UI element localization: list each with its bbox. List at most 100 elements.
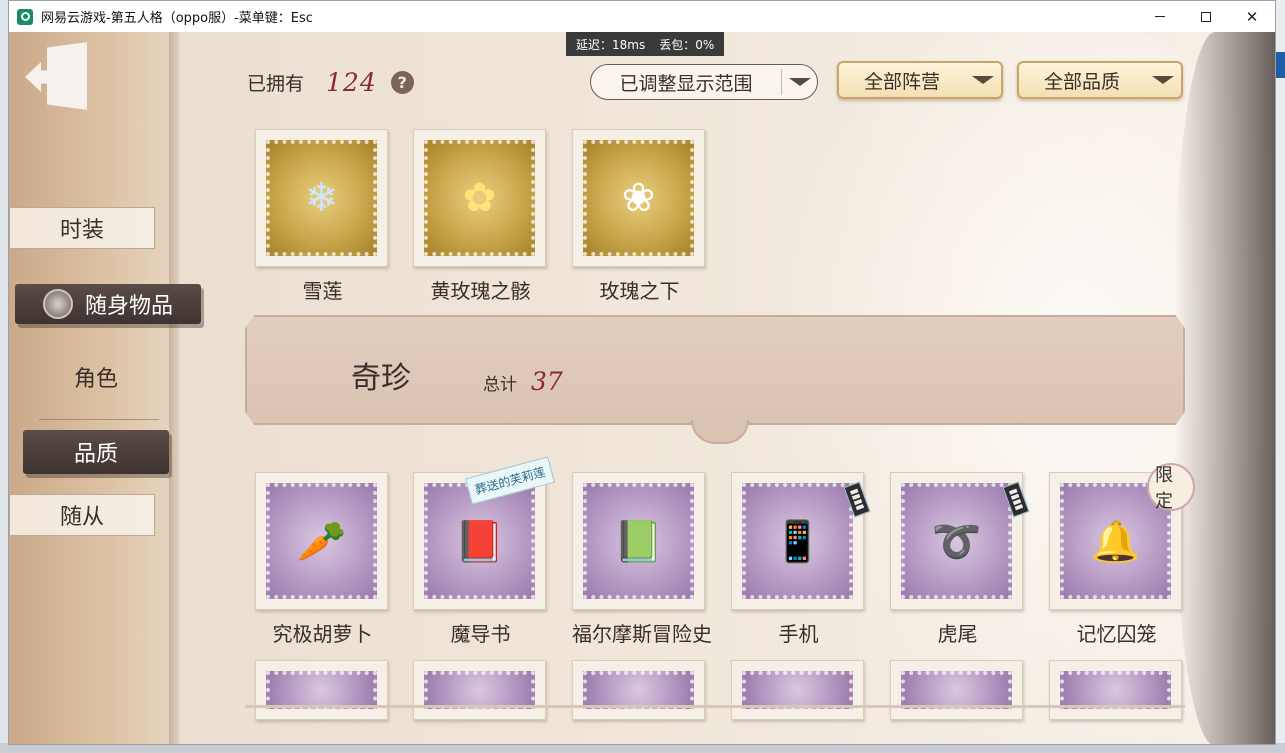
banner-notch — [691, 420, 749, 444]
item-card-phone[interactable]: 📱 ▮▮▮▮ 手机 — [731, 472, 871, 647]
sidebar-item-outfit[interactable]: 时装 — [9, 207, 155, 249]
help-icon[interactable]: ? — [390, 71, 414, 94]
desktop-background-right — [1275, 0, 1285, 753]
cloud-game-window: 网易云游戏-第五人格（oppo服）-菜单键：Esc ✕ 延迟：18ms 丢包：0… — [8, 0, 1276, 745]
screen-edge-shadow — [1174, 32, 1275, 744]
owned-summary: 已拥有 124 ? — [247, 68, 414, 97]
chevron-down-icon — [1145, 67, 1181, 93]
sidebar-item-label: 品质 — [73, 442, 118, 467]
tail-icon: ➰ — [931, 518, 982, 565]
item-stamp — [890, 660, 1023, 720]
item-name: 虎尾 — [937, 622, 978, 646]
total-label: 总计 — [483, 375, 517, 395]
game-viewport[interactable]: 延迟：18ms 丢包：0% 时装 随身物品 角色 品质 随从 已拥有 124 ?… — [9, 32, 1275, 744]
item-card-snow-lotus[interactable]: ❄ 雪莲 — [255, 129, 390, 304]
item-stamp: 📗 — [572, 472, 705, 610]
item-card-ultimate-carrot[interactable]: 🥕 究极胡萝卜 — [255, 472, 390, 647]
close-button[interactable]: ✕ — [1229, 1, 1275, 32]
item-card-partial[interactable] — [890, 660, 1025, 720]
item-card-grimoire[interactable]: 📕 葬送的芙莉莲 魔导书 — [413, 456, 556, 647]
owned-count: 124 — [326, 68, 377, 97]
latency-text: 延迟：18ms — [576, 37, 646, 52]
sidebar-divider — [39, 419, 159, 420]
item-stamp — [413, 660, 546, 720]
sidebar-item-label: 随身物品 — [84, 294, 173, 319]
packet-loss-text: 丢包：0% — [659, 37, 715, 52]
window-title: 网易云游戏-第五人格（oppo服）-菜单键：Esc — [41, 11, 313, 26]
item-name: 究极胡萝卜 — [272, 622, 373, 646]
shield-icon — [42, 289, 73, 319]
dropdown-label: 全部品质 — [1043, 70, 1120, 93]
camp-filter-dropdown[interactable]: 全部阵营 — [837, 61, 1003, 99]
phone-icon: 📱 — [772, 518, 823, 565]
item-card-partial[interactable] — [255, 660, 390, 720]
sidebar-item-accessories[interactable]: 随身物品 — [15, 284, 201, 324]
item-card-partial[interactable] — [413, 660, 548, 720]
maximize-icon — [1201, 11, 1211, 22]
item-stamp: ❀ — [572, 129, 705, 267]
item-card-tiger-tail[interactable]: ➰ ▮▮▮▮ 虎尾 — [890, 472, 1030, 647]
item-stamp: ➰ ▮▮▮▮ — [890, 472, 1030, 610]
item-card-memory-cage[interactable]: 🔔 限定 记忆囚笼 — [1049, 463, 1195, 647]
minimize-icon — [1155, 16, 1165, 17]
close-icon: ✕ — [1245, 7, 1259, 26]
item-stamp — [731, 660, 864, 720]
sidebar: 时装 随身物品 角色 品质 随从 — [9, 32, 201, 744]
dropdown-label: 全部阵营 — [863, 70, 940, 93]
title-bar[interactable]: 网易云游戏-第五人格（oppo服）-菜单键：Esc ✕ — [9, 1, 1275, 32]
item-stamp: 📱 ▮▮▮▮ — [731, 472, 871, 610]
sidebar-spine — [169, 32, 181, 744]
content-bottom-edge — [245, 705, 1185, 708]
item-name: 手机 — [778, 622, 819, 646]
section-title: 奇珍 — [351, 361, 411, 396]
chevron-down-icon — [781, 69, 817, 95]
item-card-partial[interactable] — [731, 660, 866, 720]
section-banner: 奇珍 总计 37 — [245, 315, 1185, 425]
item-name: 雪莲 — [302, 279, 343, 303]
display-range-dropdown[interactable]: 已调整显示范围 — [590, 64, 818, 100]
item-stamp: 📕 葬送的芙莉莲 — [413, 456, 556, 610]
total-count: 37 — [531, 367, 563, 396]
item-card-yellow-rose[interactable]: ✿ 黄玫瑰之骸 — [413, 129, 548, 304]
sidebar-item-label: 角色 — [73, 367, 118, 392]
owned-label: 已拥有 — [247, 73, 305, 95]
item-name: 福尔摩斯冒险史 — [572, 622, 712, 646]
dropdown-label: 已调整显示范围 — [619, 72, 753, 95]
section-total: 总计 37 — [483, 367, 563, 396]
item-stamp — [255, 660, 388, 720]
yellow-rose-icon: ✿ — [462, 175, 497, 221]
quality-filter-dropdown[interactable]: 全部品质 — [1017, 61, 1183, 99]
item-stamp — [572, 660, 705, 720]
carrot-jar-icon: 🥕 — [296, 518, 347, 565]
chevron-down-icon — [965, 67, 1001, 93]
item-name: 记忆囚笼 — [1076, 622, 1157, 646]
item-card-under-rose[interactable]: ❀ 玫瑰之下 — [572, 129, 707, 304]
item-card-partial[interactable] — [572, 660, 707, 720]
item-stamp — [1049, 660, 1182, 720]
item-stamp: 🥕 — [255, 472, 388, 610]
sidebar-item-quality[interactable]: 品质 — [23, 430, 169, 474]
window-controls: ✕ — [1137, 1, 1275, 32]
snow-lotus-icon: ❄ — [304, 175, 339, 221]
item-stamp: 🔔 限定 — [1049, 463, 1195, 610]
sidebar-item-label: 时装 — [59, 218, 104, 243]
sidebar-item-pet[interactable]: 随从 — [9, 494, 155, 536]
green-book-icon: 📗 — [613, 518, 664, 565]
item-name: 黄玫瑰之骸 — [430, 279, 531, 303]
item-card-sherlock[interactable]: 📗 福尔摩斯冒险史 — [572, 472, 712, 647]
item-name: 魔导书 — [450, 622, 511, 646]
sidebar-item-label: 随从 — [59, 505, 104, 530]
minimize-button[interactable] — [1137, 1, 1183, 32]
desktop-icon — [1275, 52, 1285, 78]
network-status: 延迟：18ms 丢包：0% — [566, 32, 725, 56]
white-rose-icon: ❀ — [621, 175, 656, 221]
book-icon: 📕 — [454, 518, 505, 565]
item-card-partial[interactable] — [1049, 660, 1184, 720]
maximize-button[interactable] — [1183, 1, 1229, 32]
exit-icon[interactable] — [25, 42, 91, 112]
item-name: 玫瑰之下 — [599, 279, 680, 303]
item-stamp: ❄ — [255, 129, 388, 267]
sidebar-item-character[interactable]: 角色 — [39, 357, 153, 397]
cage-icon: 🔔 — [1090, 518, 1141, 565]
netease-cloud-game-icon — [17, 8, 33, 25]
